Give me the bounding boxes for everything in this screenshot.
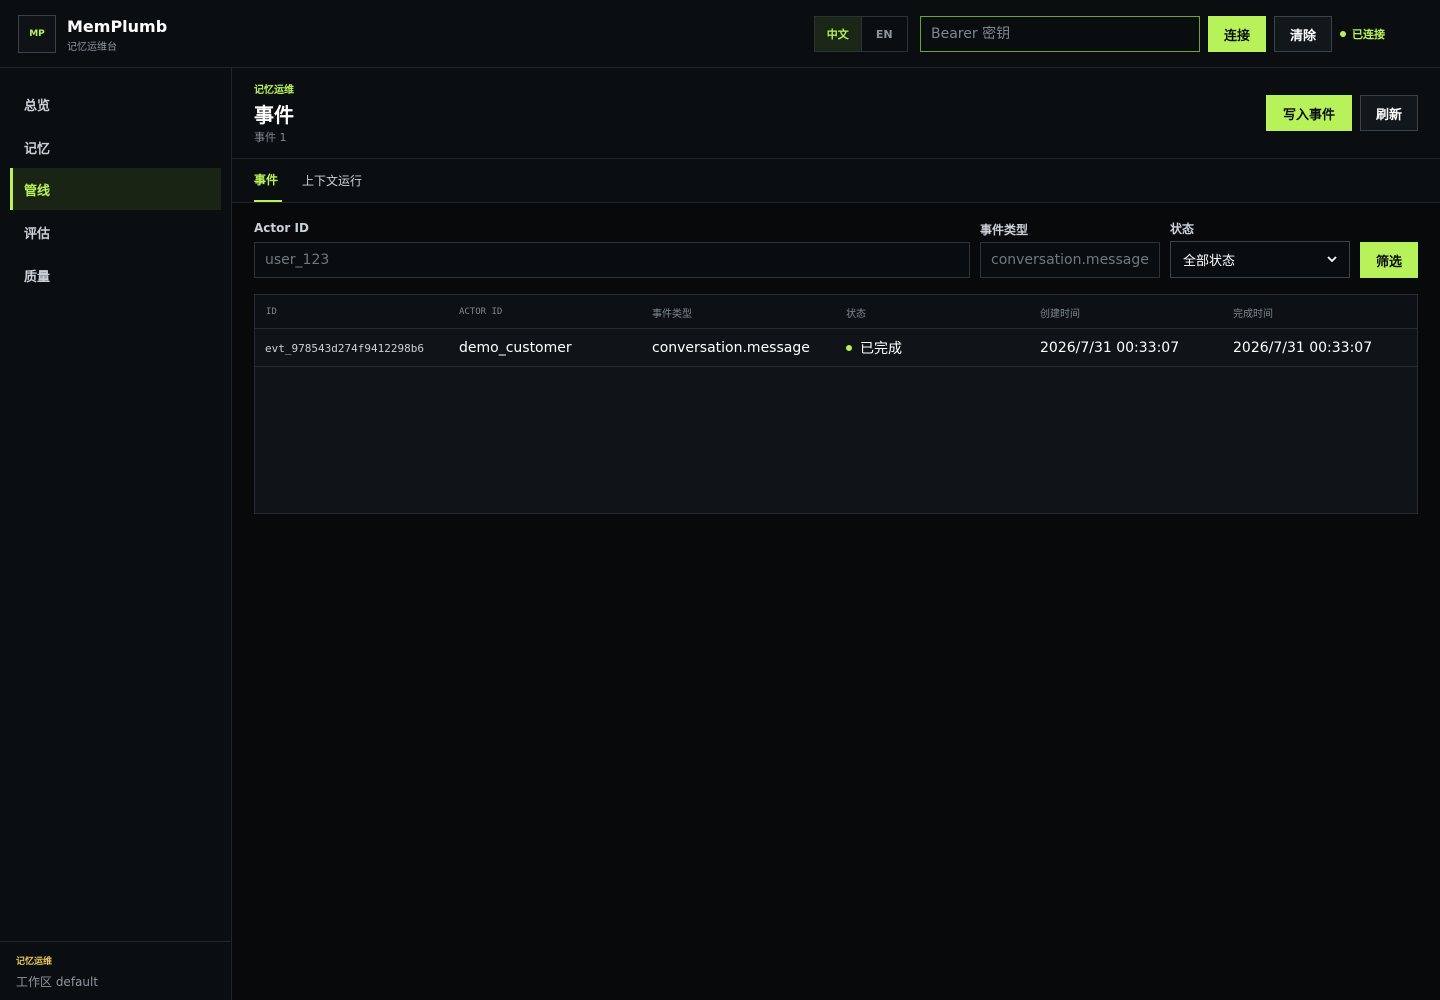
event-id-cell: evt_978543d274f9412298b6: [265, 341, 424, 355]
lang-en-button[interactable]: EN: [862, 17, 908, 51]
actor-id-cell: demo_customer: [459, 340, 572, 356]
filter-button[interactable]: 筛选: [1360, 242, 1418, 278]
table-row[interactable]: evt_978543d274f9412298b6 demo_customer c…: [255, 329, 1417, 367]
refresh-button[interactable]: 刷新: [1360, 95, 1418, 131]
event-type-input[interactable]: [980, 242, 1160, 278]
completed-at-cell: 2026/7/31 00:33:07: [1233, 340, 1373, 356]
app-logo: MP: [18, 15, 56, 53]
sidebar-footer-label: 记忆运维: [16, 957, 53, 967]
sidebar-item-quality[interactable]: 质量: [10, 254, 221, 296]
status-dot-icon: [846, 345, 852, 351]
sidebar-item-evaluation[interactable]: 评估: [10, 211, 221, 253]
column-header-completed: 完成时间: [1233, 308, 1273, 320]
status-select-value: 全部状态: [1183, 254, 1236, 269]
workspace-label: 工作区 default: [16, 975, 99, 989]
sidebar-item-memory[interactable]: 记忆: [10, 126, 221, 168]
tab-context-runs[interactable]: 上下文运行: [302, 159, 362, 202]
event-type-cell: conversation.message: [652, 340, 810, 356]
write-event-button[interactable]: 写入事件: [1266, 95, 1352, 131]
column-header-created: 创建时间: [1040, 308, 1080, 320]
actor-id-input[interactable]: [254, 242, 970, 278]
page-eyebrow: 记忆运维: [254, 85, 294, 96]
language-switch: 中文 EN: [814, 16, 908, 52]
created-at-cell: 2026/7/31 00:33:07: [1040, 340, 1180, 356]
column-header-status: 状态: [846, 308, 866, 320]
sidebar-item-pipeline[interactable]: 管线: [10, 168, 221, 210]
column-header-actor-id: ACTOR ID: [459, 307, 503, 317]
lang-zh-button[interactable]: 中文: [815, 17, 862, 51]
token-input[interactable]: [920, 16, 1200, 52]
connection-status-text: 已连接: [1352, 28, 1385, 41]
event-count: 事件 1: [254, 131, 287, 144]
top-bar: MP MemPlumb 记忆运维台 中文 EN 连接 清除 已连接: [0, 0, 1440, 68]
sidebar-footer: 记忆运维 工作区 default: [0, 941, 231, 1000]
status-text: 已完成: [860, 341, 902, 357]
events-table: ID ACTOR ID 事件类型 状态 创建时间 完成时间 evt_978543…: [254, 294, 1418, 514]
page-header: 记忆运维 事件 事件 1: [232, 68, 1440, 159]
status-select[interactable]: 全部状态: [1170, 241, 1350, 278]
app-name: MemPlumb: [67, 17, 168, 36]
connect-button[interactable]: 连接: [1208, 16, 1266, 52]
status-filter-label: 状态: [1170, 222, 1195, 236]
event-type-label: 事件类型: [980, 223, 1029, 237]
column-header-event-type: 事件类型: [652, 308, 692, 320]
tab-events[interactable]: 事件: [254, 159, 282, 202]
sidebar-item-overview[interactable]: 总览: [10, 83, 221, 125]
sidebar: 总览 记忆 管线 评估 质量 记忆运维 工作区 default: [0, 68, 232, 1000]
column-header-id: ID: [266, 307, 277, 317]
table-header: ID ACTOR ID 事件类型 状态 创建时间 完成时间: [255, 295, 1417, 329]
actor-id-label: Actor ID: [254, 221, 309, 235]
status-cell: 已完成: [846, 329, 902, 367]
app-subtitle: 记忆运维台: [67, 42, 117, 53]
chevron-down-icon: [1327, 252, 1337, 267]
tab-bar: 事件 上下文运行: [232, 159, 1440, 203]
connection-status: 已连接: [1340, 26, 1385, 42]
clear-button[interactable]: 清除: [1274, 16, 1332, 52]
page-title: 事件: [254, 103, 294, 127]
status-dot-icon: [1340, 31, 1346, 37]
